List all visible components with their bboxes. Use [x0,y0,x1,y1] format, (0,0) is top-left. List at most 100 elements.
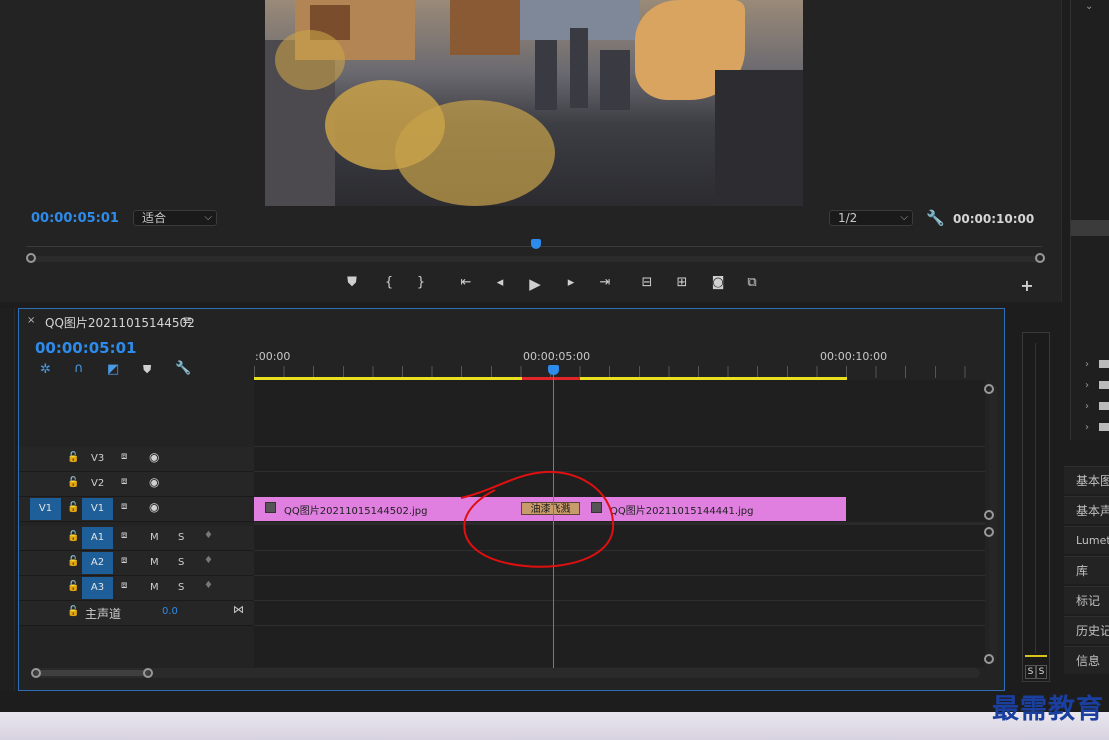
lock-icon[interactable]: 🔓 [67,556,79,567]
meter-level [1025,655,1047,657]
wrench-icon[interactable]: 🔧 [926,209,945,227]
lock-icon[interactable]: 🔓 [67,477,79,488]
linked-selection-icon[interactable]: ◩ [107,362,119,377]
snap-magnet-icon[interactable]: ∩ [74,361,84,376]
mark-in-icon[interactable]: { [380,275,398,291]
solo-button[interactable]: S [178,582,184,593]
lock-icon[interactable]: 🔓 [67,452,79,463]
h-scroll-handle-left[interactable] [31,668,41,678]
tab-libraries[interactable]: 库 [1064,556,1109,584]
zoom-handle-left[interactable] [26,253,36,263]
tab-lumetri[interactable]: Lumetr [1064,526,1109,554]
sequence-tab[interactable]: QQ图片20211015144502 [45,314,195,331]
eye-icon[interactable]: ◉ [149,500,159,514]
solo-button[interactable]: S [178,532,184,543]
resolution-dropdown[interactable]: 1/2 ⌵ [829,210,913,226]
go-to-out-icon[interactable]: ⇥ [596,275,614,291]
extract-icon[interactable]: ⊞ [673,275,691,291]
microphone-icon[interactable]: ♦ [204,530,213,541]
v-scroll-handle[interactable] [984,527,994,537]
v-scroll-handle[interactable] [984,654,994,664]
v-scroll-handle[interactable] [984,384,994,394]
track-name-a3[interactable]: A3 [82,577,113,599]
sync-lock-icon[interactable]: ⧈ [121,451,127,462]
zoom-scrollbar[interactable] [28,256,1040,262]
chevron-down-icon[interactable]: ⌄ [1085,1,1093,12]
step-back-icon[interactable]: ◂ [491,275,509,291]
tab-history[interactable]: 历史记 [1064,616,1109,644]
add-button-icon[interactable]: + [1018,276,1036,295]
chevron-right-icon[interactable]: › [1085,380,1089,391]
insert-nest-icon[interactable]: ✲ [40,362,51,377]
playhead-handle[interactable] [548,365,559,375]
close-icon[interactable]: × [27,315,35,326]
eye-icon[interactable]: ◉ [149,450,159,464]
h-scroll-handle-right[interactable] [143,668,153,678]
camera-icon[interactable]: ◙ [709,275,727,291]
lock-icon[interactable]: 🔓 [67,502,79,513]
mute-button[interactable]: M [150,557,159,568]
meter-solo-left[interactable]: S [1025,665,1036,679]
mark-out-icon[interactable]: } [412,275,430,291]
chevron-right-icon[interactable]: › [1085,359,1089,370]
ruler-label-10s: 00:00:10:00 [820,350,888,363]
source-patch-v1[interactable]: V1 [30,498,61,520]
tab-info[interactable]: 信息 [1064,646,1109,674]
lane-divider [254,625,985,626]
sync-lock-icon[interactable]: ⧈ [121,476,127,487]
meter-solo-right[interactable]: S [1036,665,1047,679]
horizontal-scrollbar[interactable] [32,668,980,678]
eye-icon[interactable]: ◉ [149,475,159,489]
lift-icon[interactable]: ⊟ [638,275,656,291]
lock-icon[interactable]: 🔓 [67,606,79,617]
current-timecode[interactable]: 00:00:05:01 [31,211,119,226]
program-monitor: 00:00:05:01 适合 ⌵ 1/2 ⌵ 🔧 00:00:10:00 ⛊ {… [0,0,1062,302]
panel-menu-icon[interactable]: ≡ [182,313,192,327]
track-name-v1[interactable]: V1 [82,498,113,520]
compare-view-icon[interactable]: ⧉ [743,275,761,291]
tab-markers[interactable]: 标记 [1064,586,1109,614]
mute-button[interactable]: M [150,582,159,593]
track-name-a2[interactable]: A2 [82,552,113,574]
sync-lock-icon[interactable]: ⧈ [121,580,127,591]
bin-row-selected[interactable] [1071,220,1109,236]
track-name-v2: V2 [91,478,105,489]
horizontal-scroll-thumb[interactable] [34,670,150,676]
project-bin-list: ⌄ › › › › [1070,0,1109,440]
track-name-v3: V3 [91,453,105,464]
go-to-end-icon[interactable]: ⋈ [233,603,244,616]
lock-icon[interactable]: 🔓 [67,531,79,542]
step-forward-icon[interactable]: ▸ [562,275,580,291]
sync-lock-icon[interactable]: ⧈ [121,501,127,512]
settings-wrench-icon[interactable]: 🔧 [175,361,191,376]
solo-button[interactable]: S [178,557,184,568]
track-header-v2: 🔓 V2 ⧈ ◉ [19,472,254,497]
folder-icon [1099,360,1109,368]
add-marker-icon[interactable]: ⛊ [343,275,361,291]
play-icon[interactable]: ▶ [526,275,544,293]
master-volume-value[interactable]: 0.0 [162,606,178,617]
v-scroll-handle[interactable] [984,510,994,520]
microphone-icon[interactable]: ♦ [204,580,213,591]
track-header-v3: 🔓 V3 ⧈ ◉ [19,447,254,472]
zoom-handle-right[interactable] [1035,253,1045,263]
track-name-a1[interactable]: A1 [82,527,113,549]
add-marker-icon[interactable]: ⛊ [143,363,151,377]
timeline-timecode[interactable]: 00:00:05:01 [35,339,137,357]
tab-essential-graphics[interactable]: 基本图 [1064,466,1109,494]
chevron-right-icon[interactable]: › [1085,422,1089,433]
lock-icon[interactable]: 🔓 [67,581,79,592]
watermark-logo: 最需教育 [992,694,1104,725]
sync-lock-icon[interactable]: ⧈ [121,555,127,566]
tab-essential-sound[interactable]: 基本声 [1064,496,1109,524]
playhead-marker[interactable] [531,239,541,249]
track-header-a2: 🔓 A2 ⧈ M S ♦ [19,551,254,576]
bottom-bar [0,712,1109,740]
mute-button[interactable]: M [150,532,159,543]
fit-dropdown[interactable]: 适合 ⌵ [133,210,217,226]
microphone-icon[interactable]: ♦ [204,555,213,566]
chevron-right-icon[interactable]: › [1085,401,1089,412]
go-to-in-icon[interactable]: ⇤ [457,275,475,291]
sync-lock-icon[interactable]: ⧈ [121,530,127,541]
vertical-scrollbar[interactable] [989,385,997,663]
